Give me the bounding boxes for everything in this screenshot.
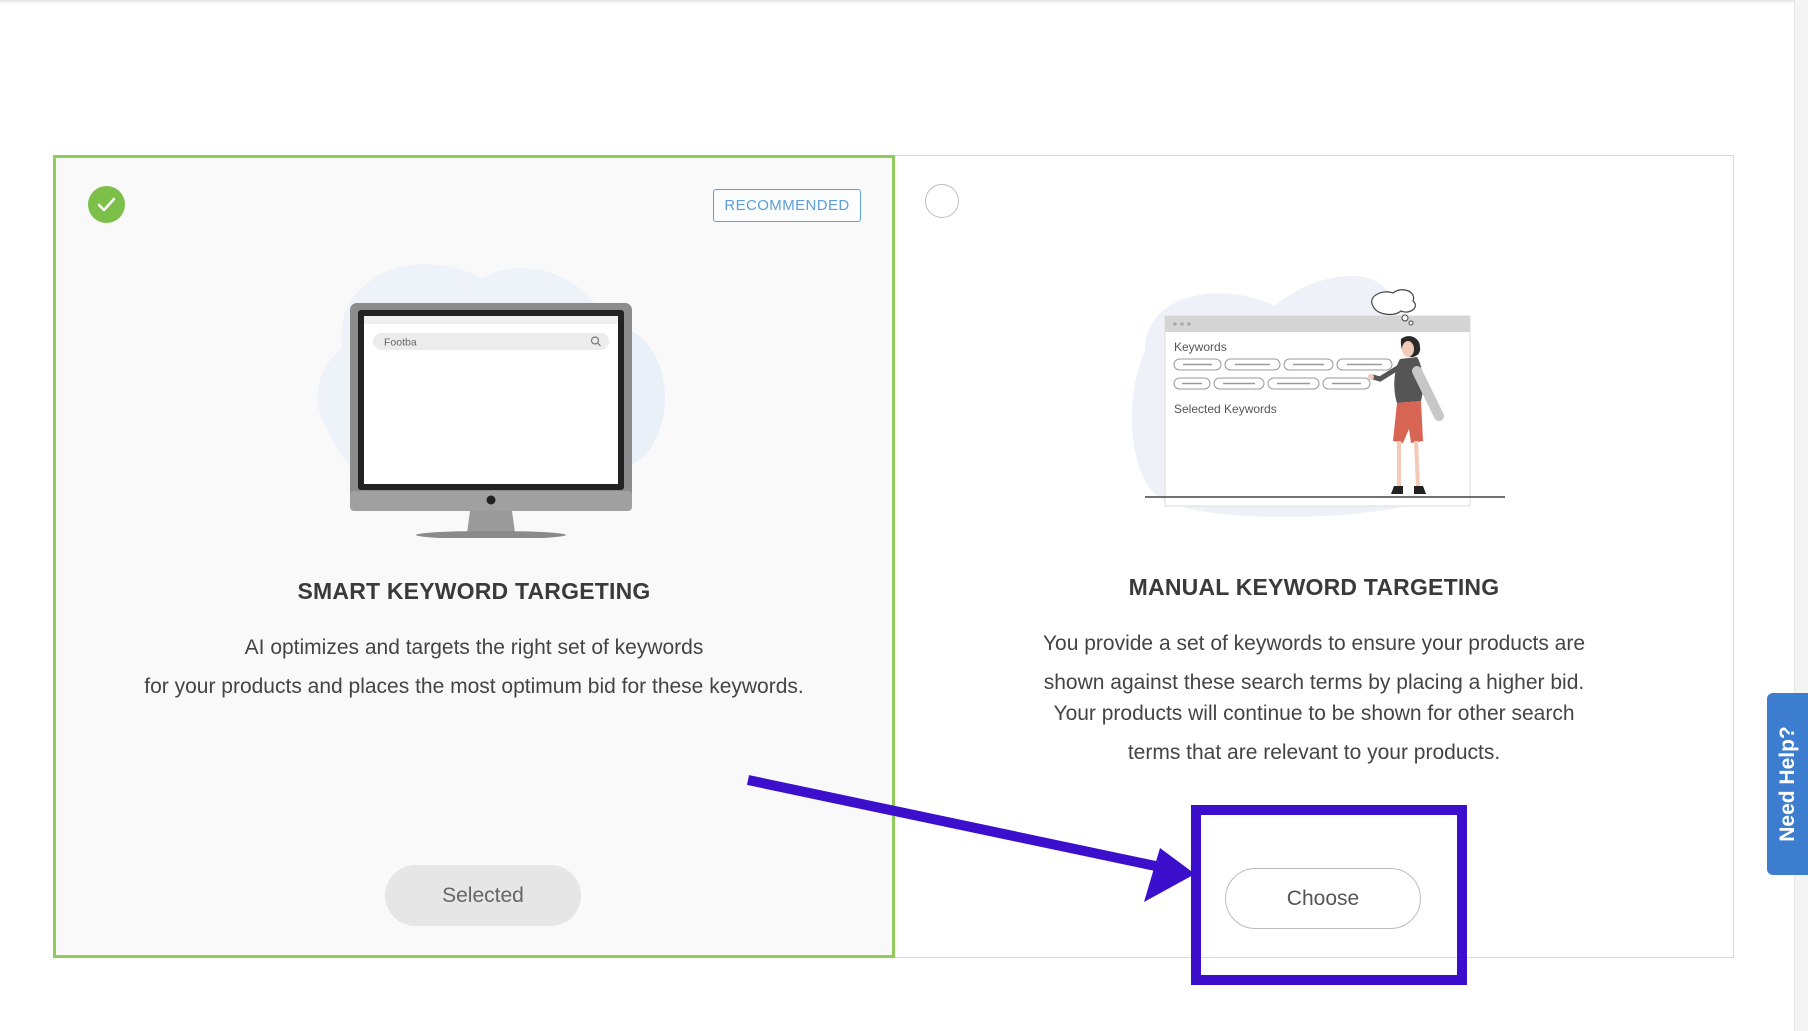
check-icon — [88, 186, 125, 223]
top-shadow — [0, 0, 1794, 4]
smart-targeting-card[interactable]: RECOMMENDED Footba SMART KEYWORD TARGETI… — [53, 155, 895, 958]
card-description: AI optimizes and targets the right set o… — [56, 628, 892, 706]
keywords-board-illustration: Keywords Selected Keywords — [1131, 275, 1505, 518]
description-line: Your products will continue to be shown … — [1053, 702, 1575, 725]
need-help-tab[interactable]: Need Help? — [1767, 693, 1808, 875]
description-line: for your products and places the most op… — [144, 675, 804, 698]
need-help-label: Need Help? — [1775, 726, 1799, 842]
card-title: MANUAL KEYWORD TARGETING — [1128, 574, 1500, 600]
search-text: Footba — [384, 337, 417, 349]
card-description: You provide a set of keywords to ensure … — [895, 624, 1733, 702]
description-line: You provide a set of keywords to ensure … — [1042, 632, 1586, 655]
monitor-illustration: Footba — [317, 264, 665, 538]
selected-button[interactable]: Selected — [385, 865, 581, 926]
card-description-secondary: Your products will continue to be shown … — [895, 694, 1733, 772]
description-line: terms that are relevant to your products… — [1127, 741, 1501, 764]
manual-targeting-card[interactable]: Keywords Selected Keywords MANUAL KEYWOR… — [895, 155, 1734, 958]
choose-button[interactable]: Choose — [1225, 868, 1421, 929]
radio-empty-icon[interactable] — [925, 184, 959, 218]
scrollbar[interactable] — [1794, 0, 1808, 1031]
recommended-badge: RECOMMENDED — [713, 189, 861, 222]
keywords-label: Keywords — [1174, 340, 1227, 354]
card-title: SMART KEYWORD TARGETING — [297, 578, 651, 604]
selected-keywords-label: Selected Keywords — [1174, 402, 1277, 416]
description-line: AI optimizes and targets the right set o… — [244, 636, 704, 659]
